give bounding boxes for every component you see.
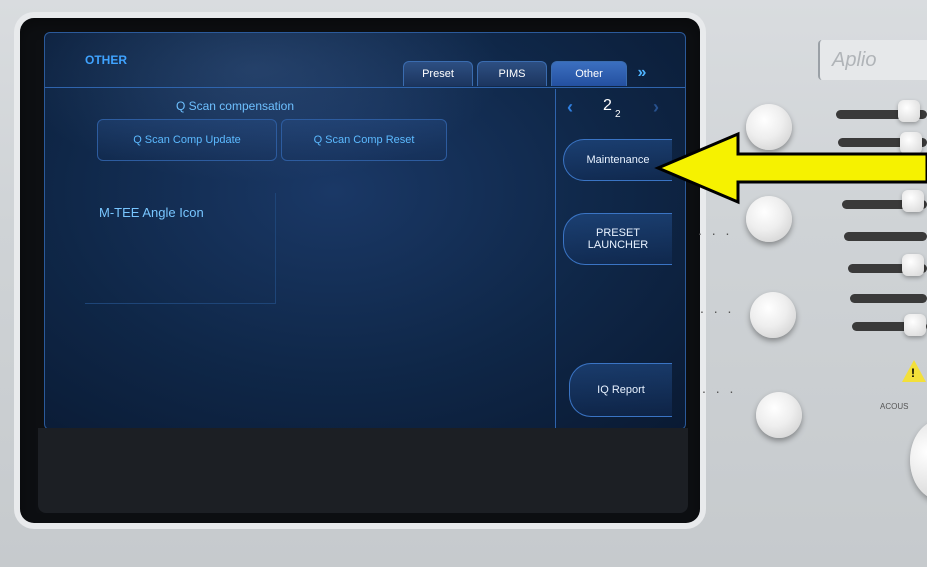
group-title-q-scan: Q Scan compensation [175, 99, 295, 113]
page-total: 2 [615, 109, 621, 120]
knob-indicator-dots: . . . [702, 380, 737, 396]
m-tee-angle-icon-button[interactable]: M-TEE Angle Icon [99, 205, 204, 220]
acoustic-label: ACOUS [880, 402, 909, 411]
tab-pims[interactable]: PIMS [477, 61, 547, 86]
q-scan-comp-reset-button[interactable]: Q Scan Comp Reset [281, 119, 447, 161]
tgc-slider-handle[interactable] [898, 100, 920, 122]
tab-other[interactable]: Other [551, 61, 627, 86]
chevron-left-icon[interactable]: ‹ [567, 97, 573, 118]
tgc-slider[interactable] [844, 232, 927, 241]
iq-report-button[interactable]: IQ Report [569, 363, 672, 417]
preset-launcher-button[interactable]: PRESET LAUNCHER [563, 213, 672, 265]
warning-exclamation: ! [911, 366, 915, 380]
touch-screen: OTHER Preset PIMS Other » Q Scan compens… [44, 32, 686, 430]
preset-launcher-label-line1: PRESET [595, 227, 640, 239]
preset-launcher-label-line2: LAUNCHER [587, 239, 649, 251]
knob-indicator-dots: . . . [700, 300, 735, 316]
yellow-arrow-icon [654, 131, 927, 205]
q-scan-comp-update-button[interactable]: Q Scan Comp Update [97, 119, 277, 161]
page-indicator: ‹ 2 2 › [557, 95, 677, 123]
double-chevron-right-icon[interactable]: » [629, 62, 655, 84]
tab-preset[interactable]: Preset [403, 61, 473, 86]
chevron-right-icon[interactable]: › [653, 97, 659, 118]
rotary-knob[interactable] [750, 292, 796, 338]
tgc-slider[interactable] [850, 294, 927, 303]
brand-logo: Aplio [818, 40, 927, 80]
large-rotary-knob[interactable] [910, 420, 927, 500]
knob-indicator-dots: . . . [698, 222, 733, 238]
tgc-slider-handle[interactable] [902, 254, 924, 276]
tgc-slider-handle[interactable] [904, 314, 926, 336]
screen-title: OTHER [85, 53, 127, 67]
lower-display-area [38, 428, 688, 513]
rotary-knob[interactable] [756, 392, 802, 438]
page-current: 2 [603, 97, 612, 114]
maintenance-label: Maintenance [586, 154, 650, 166]
iq-report-label: IQ Report [597, 384, 645, 396]
tab-divider [45, 87, 685, 88]
